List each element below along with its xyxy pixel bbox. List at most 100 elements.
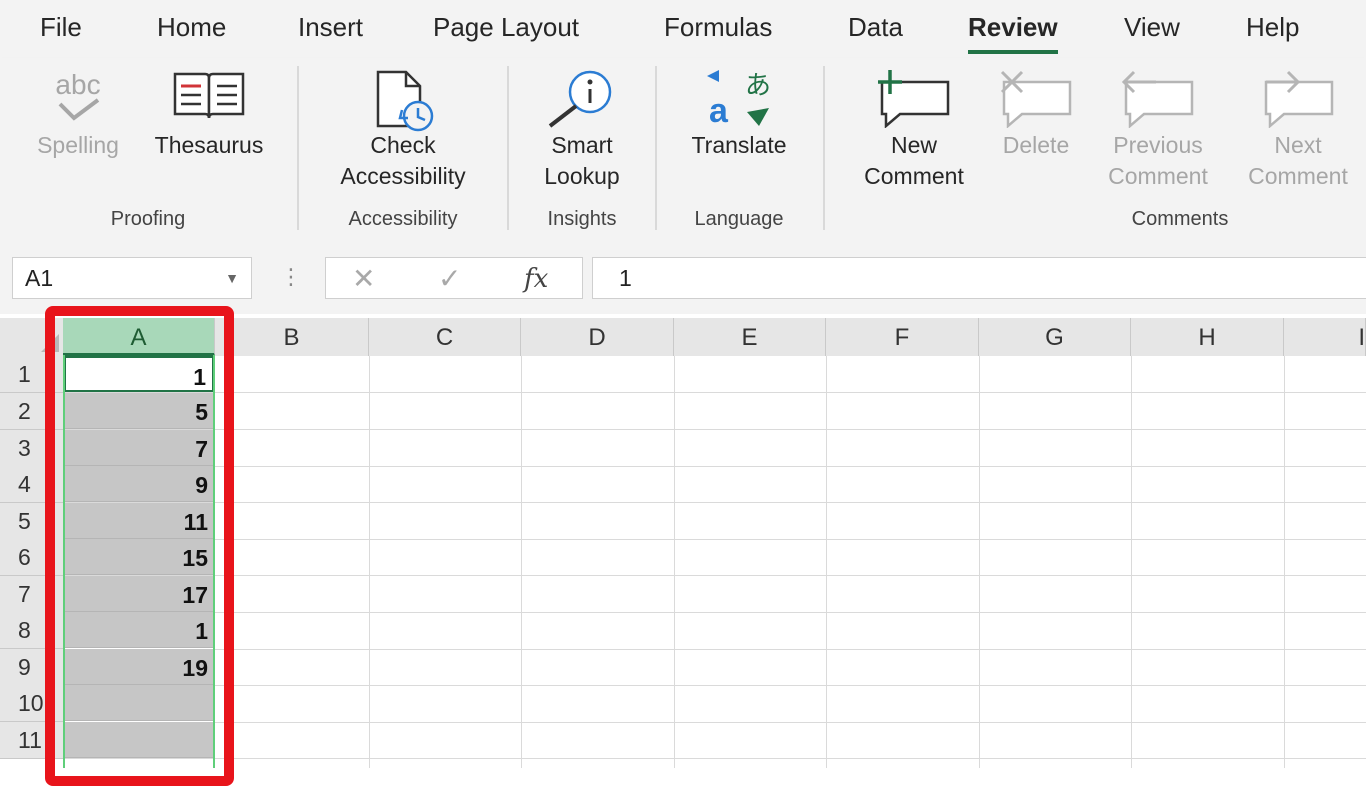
column-header-f[interactable]: F: [826, 318, 979, 356]
gridline: [826, 356, 827, 768]
gridline: [63, 539, 1366, 540]
formula-buttons: ✕ ✓ fx: [325, 257, 583, 299]
tab-help[interactable]: Help: [1246, 12, 1299, 43]
menu-bar: File Home Insert Page Layout Formulas Da…: [0, 0, 1366, 58]
group-label-accessibility: Accessibility: [348, 208, 458, 230]
row-header[interactable]: 2: [0, 393, 63, 430]
insert-function-icon[interactable]: fx: [524, 264, 548, 294]
cell-a3[interactable]: 7: [64, 430, 214, 466]
previous-comment-icon: [1121, 70, 1194, 128]
cell-a11[interactable]: [64, 722, 214, 758]
gridline: [1284, 356, 1285, 768]
tab-insert[interactable]: Insert: [298, 12, 363, 43]
cancel-icon[interactable]: ✕: [352, 262, 375, 295]
row-header[interactable]: 11: [0, 722, 63, 759]
column-header-g[interactable]: G: [979, 318, 1131, 356]
cell-a10[interactable]: [64, 685, 214, 721]
tab-view[interactable]: View: [1124, 12, 1180, 43]
gridline: [63, 502, 1366, 503]
check-accessibility-button[interactable]: Check Accessibility: [318, 58, 488, 198]
new-comment-button[interactable]: New Comment: [846, 58, 982, 198]
svg-text:a: a: [709, 92, 729, 128]
row-header[interactable]: 3: [0, 430, 63, 467]
chevron-down-icon[interactable]: ▼: [225, 258, 239, 298]
row-header[interactable]: 10: [0, 685, 63, 722]
gridline: [521, 356, 522, 768]
gridline: [369, 356, 370, 768]
worksheet-grid[interactable]: A B C D E F G H I 1 2 3 4 5 6 7 8 9 10 1…: [0, 314, 1366, 768]
cell-a8[interactable]: 1: [64, 612, 214, 648]
group-label-proofing: Proofing: [110, 208, 186, 230]
group-label-comments: Comments: [1131, 208, 1229, 230]
cell-a5[interactable]: 11: [64, 503, 214, 539]
svg-text:abc: abc: [55, 69, 100, 100]
select-all-corner[interactable]: [0, 318, 63, 356]
delete-label: Delete: [1002, 132, 1070, 158]
thesaurus-button[interactable]: Thesaurus: [146, 58, 272, 198]
column-header-e[interactable]: E: [674, 318, 826, 356]
row-header[interactable]: 7: [0, 576, 63, 613]
row-header[interactable]: 5: [0, 503, 63, 540]
formula-bar: A1 ▼ ⋮ ✕ ✓ fx 1: [0, 240, 1366, 314]
cell-a6[interactable]: 15: [64, 539, 214, 575]
next-comment-button[interactable]: Next Comment: [1234, 58, 1362, 198]
enter-icon[interactable]: ✓: [438, 262, 461, 295]
column-header-c[interactable]: C: [369, 318, 521, 356]
cell-a9[interactable]: 19: [64, 649, 214, 685]
spelling-button[interactable]: abc Spelling: [22, 58, 134, 198]
ribbon: abc Spelling Thesaurus Proofing Check Ac…: [0, 58, 1366, 241]
gridline: [63, 466, 1366, 467]
magnifier-info-icon: [548, 70, 612, 128]
tab-formulas[interactable]: Formulas: [664, 12, 772, 43]
row-header[interactable]: 9: [0, 649, 63, 686]
group-separator: [507, 66, 509, 230]
gridline: [63, 722, 1366, 723]
translate-label: Translate: [691, 132, 787, 158]
spelling-abc-icon: abc: [55, 69, 101, 121]
row-header[interactable]: 4: [0, 466, 63, 503]
group-separator: [655, 66, 657, 230]
column-header-h[interactable]: H: [1131, 318, 1284, 356]
tab-home[interactable]: Home: [157, 12, 226, 43]
row-header[interactable]: 1: [0, 356, 63, 393]
smart-lookup-button[interactable]: Smart Lookup: [524, 58, 640, 198]
accessibility-check-icon: [376, 70, 434, 132]
tab-review[interactable]: Review: [968, 12, 1058, 54]
grip-dots-icon[interactable]: ⋮: [280, 262, 302, 292]
group-separator: [823, 66, 825, 230]
new-comment-label: New Comment: [864, 132, 964, 189]
column-header-i[interactable]: I: [1284, 318, 1366, 356]
gridline: [63, 429, 1366, 430]
column-header-b[interactable]: B: [215, 318, 369, 356]
group-label-language: Language: [694, 208, 784, 230]
group-separator: [297, 66, 299, 230]
gridline: [1131, 356, 1132, 768]
delete-comment-icon: [1000, 70, 1072, 128]
translate-icon: あ a: [707, 70, 771, 128]
svg-text:あ: あ: [745, 71, 771, 101]
cell-a2[interactable]: 5: [64, 393, 214, 429]
name-box[interactable]: A1 ▼: [12, 257, 252, 299]
column-header-a[interactable]: A: [63, 318, 215, 356]
formula-input[interactable]: 1: [592, 257, 1366, 299]
gridline: [63, 575, 1366, 576]
translate-button[interactable]: あ a Translate: [672, 58, 806, 198]
previous-comment-button[interactable]: Previous Comment: [1094, 58, 1222, 198]
gridline: [63, 612, 1366, 613]
cell-a1[interactable]: 1: [64, 356, 214, 392]
gridline: [63, 685, 1366, 686]
cell-a4[interactable]: 9: [64, 466, 214, 502]
name-box-value: A1: [25, 265, 54, 291]
row-header[interactable]: 6: [0, 539, 63, 576]
column-header-d[interactable]: D: [521, 318, 674, 356]
group-label-insights: Insights: [547, 208, 617, 230]
tab-page-layout[interactable]: Page Layout: [433, 12, 579, 43]
gridline: [63, 392, 1366, 393]
smart-lookup-label: Smart Lookup: [544, 132, 620, 189]
tab-file[interactable]: File: [40, 12, 82, 43]
tab-data[interactable]: Data: [848, 12, 903, 43]
row-header[interactable]: 8: [0, 612, 63, 649]
delete-comment-button[interactable]: Delete: [988, 58, 1084, 198]
cell-a7[interactable]: 17: [64, 576, 214, 612]
next-comment-icon: [1264, 70, 1334, 128]
